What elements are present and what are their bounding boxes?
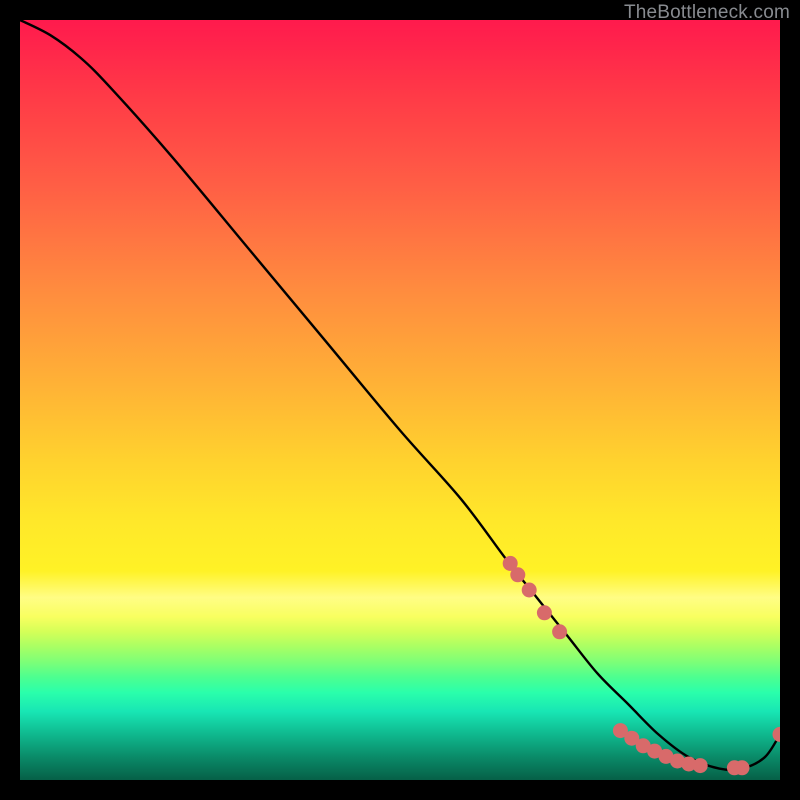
curve-marker bbox=[522, 583, 537, 598]
curve-marker bbox=[670, 754, 685, 769]
curve-marker bbox=[693, 758, 708, 773]
curve-marker bbox=[510, 567, 525, 582]
curve-marker bbox=[647, 744, 662, 759]
curve-marker bbox=[537, 605, 552, 620]
curve-marker bbox=[552, 624, 567, 639]
bottleneck-curve-markers bbox=[503, 556, 780, 775]
curve-marker bbox=[735, 760, 750, 775]
watermark-text: TheBottleneck.com bbox=[624, 2, 790, 24]
curve-marker bbox=[503, 556, 518, 571]
curve-marker bbox=[727, 760, 742, 775]
curve-marker bbox=[681, 757, 696, 772]
curve-marker bbox=[773, 727, 781, 742]
chart-overlay-svg bbox=[20, 20, 780, 780]
curve-marker bbox=[624, 731, 639, 746]
chart-plot-area bbox=[20, 20, 780, 780]
bottleneck-curve-line bbox=[20, 20, 780, 770]
curve-marker bbox=[659, 749, 674, 764]
curve-marker bbox=[636, 738, 651, 753]
chart-stage: TheBottleneck.com bbox=[0, 0, 800, 800]
curve-marker bbox=[613, 723, 628, 738]
